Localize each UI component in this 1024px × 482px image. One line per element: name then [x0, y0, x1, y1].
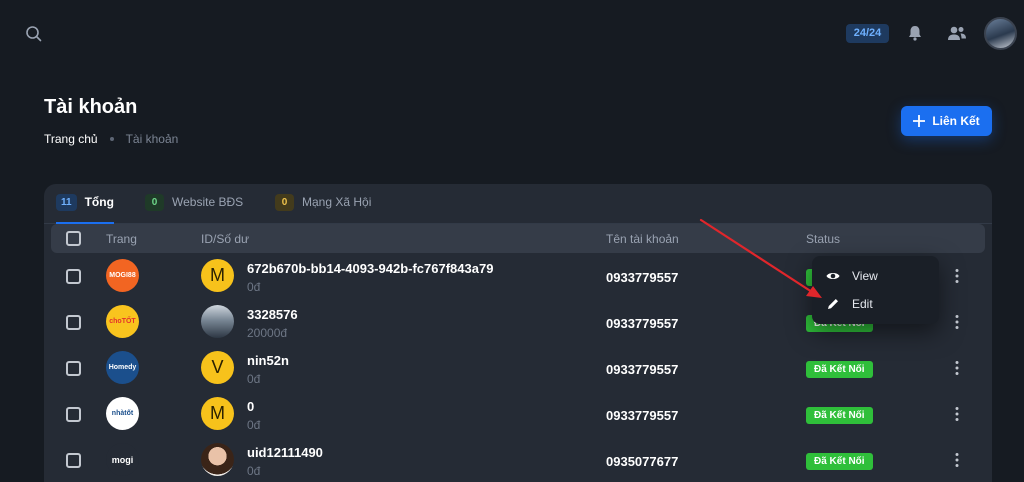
users-icon[interactable] — [947, 24, 967, 42]
site-logo: MOGI88 — [106, 259, 139, 292]
account-id: 0 — [247, 399, 255, 414]
row-action-menu: View Edit — [812, 256, 939, 324]
account-name: 0933779557 — [606, 408, 679, 423]
menu-item-view[interactable]: View — [826, 266, 878, 286]
avatar: M — [201, 259, 234, 292]
column-status: Status — [806, 232, 841, 246]
column-id-balance: ID/Số dư — [201, 232, 250, 246]
tab-total[interactable]: 11 Tổng — [56, 194, 114, 224]
breadcrumb: Trang chủ Tài khoản — [44, 132, 178, 146]
menu-item-label: View — [852, 269, 878, 283]
search-icon[interactable] — [25, 25, 43, 43]
tab-label: Mạng Xã Hội — [302, 195, 372, 209]
status-badge: Đã Kết Nối — [806, 453, 873, 470]
tab-label: Tổng — [84, 195, 114, 209]
more-vertical-icon[interactable] — [954, 314, 960, 330]
table-row: Homedy V nin52n 0đ 0933779557 Đã Kết Nối — [44, 345, 992, 391]
account-name: 0933779557 — [606, 362, 679, 377]
avatar: M — [201, 397, 234, 430]
account-name: 0933779557 — [606, 270, 679, 285]
row-checkbox[interactable] — [66, 315, 81, 330]
more-vertical-icon[interactable] — [954, 452, 960, 468]
avatar-photo — [201, 305, 234, 338]
breadcrumb-current: Tài khoản — [125, 132, 179, 146]
menu-item-label: Edit — [852, 297, 873, 311]
account-id: 3328576 — [247, 307, 298, 322]
account-balance: 0đ — [247, 418, 261, 432]
site-logo: mogi — [106, 443, 139, 476]
row-checkbox[interactable] — [66, 269, 81, 284]
tab-bar: 11 Tổng 0 Website BĐS 0 Mạng Xã Hội — [44, 184, 992, 224]
site-logo: Homedy — [106, 351, 139, 384]
account-id: uid12111490 — [247, 445, 323, 460]
account-balance: 0đ — [247, 464, 261, 478]
account-balance: 0đ — [247, 280, 261, 294]
tab-label: Website BĐS — [172, 195, 244, 209]
breadcrumb-home[interactable]: Trang chủ — [44, 132, 98, 146]
plus-icon — [913, 115, 926, 127]
account-balance: 20000đ — [247, 326, 288, 340]
bell-icon[interactable] — [906, 24, 924, 42]
table-row: mogi uid12111490 0đ 0935077677 Đã Kết Nố… — [44, 437, 992, 482]
column-account-name: Tên tài khoản — [606, 232, 679, 246]
account-id: nin52n — [247, 353, 289, 368]
tab-count: 0 — [275, 194, 294, 211]
pencil-icon — [828, 299, 838, 309]
tab-social[interactable]: 0 Mạng Xã Hội — [275, 194, 371, 224]
account-name: 0933779557 — [606, 316, 679, 331]
account-balance: 0đ — [247, 372, 261, 386]
eye-icon — [826, 273, 840, 279]
status-badge: Đã Kết Nối — [806, 407, 873, 424]
row-checkbox[interactable] — [66, 453, 81, 468]
more-vertical-icon[interactable] — [954, 360, 960, 376]
avatar: V — [201, 351, 234, 384]
account-name: 0935077677 — [606, 454, 679, 469]
select-all-checkbox[interactable] — [66, 231, 81, 246]
link-account-label: Liên Kết — [932, 114, 980, 128]
profile-avatar[interactable] — [984, 17, 1017, 50]
table-header: Trang ID/Số dư Tên tài khoản Status — [51, 224, 985, 253]
accounts-card: 11 Tổng 0 Website BĐS 0 Mạng Xã Hội Tran… — [44, 184, 992, 482]
site-logo: choTỐT — [106, 305, 139, 338]
more-vertical-icon[interactable] — [954, 406, 960, 422]
status-badge: Đã Kết Nối — [806, 361, 873, 378]
table-row: nhàtốt M 0 0đ 0933779557 Đã Kết Nối — [44, 391, 992, 437]
site-logo: nhàtốt — [106, 397, 139, 430]
tab-count: 0 — [145, 194, 164, 211]
top-bar: 24/24 — [0, 0, 1024, 66]
tab-count: 11 — [56, 194, 77, 211]
account-id: 672b670b-bb14-4093-942b-fc767f843a79 — [247, 261, 494, 276]
avatar-photo — [201, 443, 234, 476]
link-account-button[interactable]: Liên Kết — [901, 106, 992, 136]
menu-item-edit[interactable]: Edit — [826, 294, 873, 314]
quota-badge: 24/24 — [846, 24, 889, 43]
row-checkbox[interactable] — [66, 407, 81, 422]
page-title: Tài khoản — [44, 96, 138, 118]
more-vertical-icon[interactable] — [954, 268, 960, 284]
row-checkbox[interactable] — [66, 361, 81, 376]
column-page: Trang — [106, 232, 137, 246]
breadcrumb-separator — [109, 137, 114, 141]
tab-website[interactable]: 0 Website BĐS — [145, 194, 243, 224]
